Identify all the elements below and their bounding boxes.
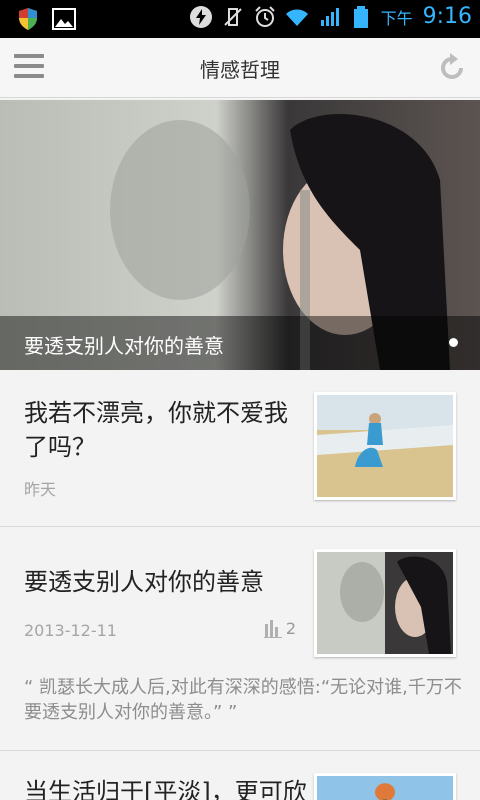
article-thumbnail bbox=[314, 549, 456, 657]
shield-icon bbox=[19, 8, 37, 30]
app-header: 情感哲理 bbox=[0, 38, 480, 98]
article-title: 要透支别人对你的善意 bbox=[24, 568, 264, 596]
article-title: 我若不漂亮，你就不爱我了吗？ bbox=[24, 399, 288, 461]
article-item[interactable]: 当生活归于[平淡]，更可欣 bbox=[0, 751, 480, 800]
page-title: 情感哲理 bbox=[200, 58, 280, 82]
comment-count: 2 bbox=[263, 619, 296, 638]
alarm-icon bbox=[254, 5, 275, 27]
article-thumbnail bbox=[314, 773, 456, 800]
article-thumbnail bbox=[314, 392, 456, 500]
refresh-icon[interactable] bbox=[436, 52, 468, 84]
count-value: 2 bbox=[285, 619, 296, 638]
hero-title: 要透支别人对你的善意 bbox=[24, 334, 224, 358]
hero-banner[interactable]: 要透支别人对你的善意 bbox=[0, 100, 480, 370]
article-item[interactable]: 要透支别人对你的善意 2013-12-11 2 “ 凯瑟长大成人后,对此有深深的… bbox=[0, 527, 480, 751]
carousel-indicator-dot bbox=[449, 338, 458, 347]
gallery-icon bbox=[52, 8, 76, 30]
status-ampm: 下午 bbox=[380, 8, 413, 28]
signal-icon bbox=[320, 7, 339, 26]
thumbnail-image bbox=[317, 776, 453, 800]
status-bar: 下午 9:16 bbox=[0, 0, 480, 38]
hero-caption-bar: 要透支别人对你的善意 bbox=[0, 316, 480, 370]
article-item[interactable]: 我若不漂亮，你就不爱我了吗？ 昨天 bbox=[0, 370, 480, 527]
stats-icon bbox=[263, 619, 282, 638]
article-date: 2013-12-11 bbox=[24, 621, 117, 640]
flash-icon bbox=[189, 5, 212, 28]
article-date: 昨天 bbox=[24, 480, 57, 499]
article-excerpt: “ 凯瑟长大成人后,对此有深深的感悟:“无论对谁,千万不要透支别人对你的善意。”… bbox=[24, 677, 462, 723]
status-time: 9:16 bbox=[422, 4, 472, 29]
article-title: 当生活归于[平淡]，更可欣 bbox=[24, 778, 307, 800]
battery-icon bbox=[353, 5, 368, 28]
wifi-icon bbox=[285, 9, 308, 26]
vibrate-off-icon bbox=[223, 7, 242, 26]
thumbnail-image bbox=[317, 552, 453, 654]
thumbnail-image bbox=[317, 395, 453, 497]
